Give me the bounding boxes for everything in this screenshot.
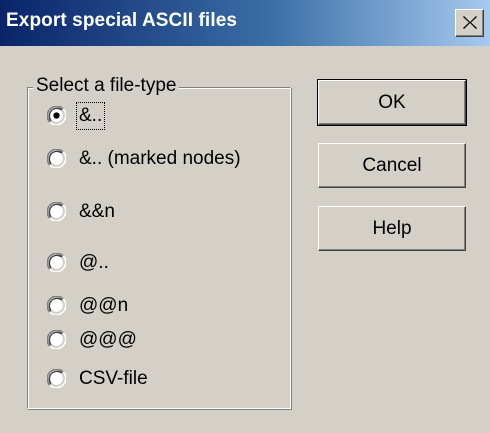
radio-option-label: CSV-file xyxy=(79,368,148,389)
radio-button-icon[interactable] xyxy=(47,149,66,168)
radio-option-label: &.. (marked nodes) xyxy=(79,148,241,169)
radio-option-label: &&n xyxy=(79,201,115,222)
export-ascii-dialog: Export special ASCII files Select a file… xyxy=(0,0,490,433)
help-button[interactable]: Help xyxy=(318,206,466,251)
group-label: Select a file-type xyxy=(33,74,180,98)
radio-button-icon[interactable] xyxy=(47,253,66,272)
radio-option-label: @.. xyxy=(79,252,109,273)
radio-button-icon[interactable] xyxy=(47,202,66,221)
radio-option-label: &.. xyxy=(75,102,106,130)
radio-button-icon[interactable] xyxy=(47,296,66,315)
close-icon xyxy=(463,16,477,29)
radio-button-icon[interactable] xyxy=(47,369,66,388)
radio-button-icon[interactable] xyxy=(47,106,66,125)
ok-button[interactable]: OK xyxy=(317,79,467,126)
cancel-button[interactable]: Cancel xyxy=(318,143,466,188)
title-bar[interactable]: Export special ASCII files xyxy=(0,0,490,46)
radio-option-label: @@n xyxy=(79,295,129,316)
window-title: Export special ASCII files xyxy=(6,10,238,31)
file-type-group xyxy=(27,87,291,409)
radio-option-label: @@@ xyxy=(79,329,137,350)
radio-button-icon[interactable] xyxy=(47,330,66,349)
close-button[interactable] xyxy=(455,9,484,37)
